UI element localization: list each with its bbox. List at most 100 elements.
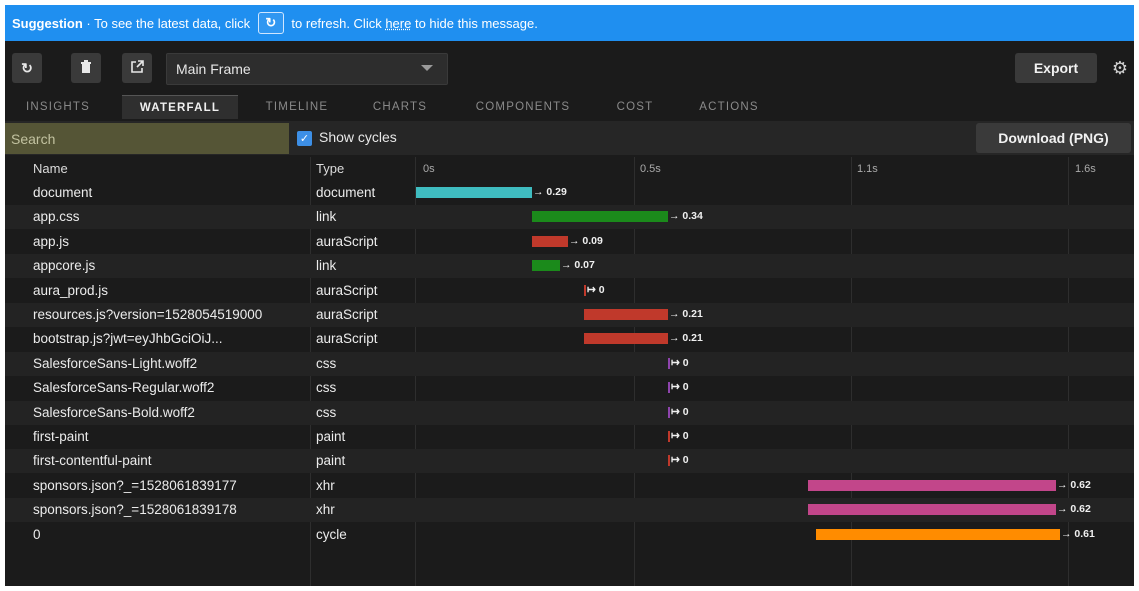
timing-bar [668,382,670,394]
row-type: auraScript [316,233,378,249]
waterfall-table: Name Type 0s 0.5s 1.1s 1.6s document docu… [5,157,1134,586]
filter-bar: ✓ Show cycles Download (PNG) [5,121,1134,155]
column-header-name[interactable]: Name [33,161,68,176]
duration-label: ↦ 0 [671,430,689,442]
row-type: auraScript [316,282,378,298]
banner-text-1: · To see the latest data, click [82,15,254,31]
table-row[interactable]: sponsors.json?_=1528061839178 xhr → 0.62 [5,498,1134,523]
gear-icon: ⚙ [1111,57,1129,78]
show-cycles-label: Show cycles [319,129,397,145]
timing-bar [532,211,668,223]
frame-select-value: Main Frame [176,61,251,77]
row-name: document [33,185,93,200]
table-row[interactable]: sponsors.json?_=1528061839177 xhr → 0.62 [5,474,1134,498]
waterfall-panel: Suggestion · To see the latest data, cli… [5,5,1134,586]
timing-bar [816,528,1060,540]
popout-button[interactable] [122,53,152,83]
row-type: css [316,355,337,371]
external-link-icon [130,60,144,76]
row-type: document [316,185,376,200]
row-name: 0 [33,526,41,542]
row-type: auraScript [316,331,378,347]
tab-waterfall[interactable]: WATERFALL [122,95,238,119]
row-name: SalesforceSans-Bold.woff2 [33,404,195,420]
banner-text-2: to refresh. Click [287,15,386,31]
table-row[interactable]: resources.js?version=1528054519000 auraSc… [5,303,1134,327]
table-row[interactable]: SalesforceSans-Bold.woff2 css ↦ 0 [5,400,1134,425]
search-input[interactable] [5,123,289,154]
duration-label: → 0.09 [569,234,603,247]
settings-button[interactable]: ⚙ [1109,57,1131,79]
table-row[interactable]: document document → 0.29 [5,181,1134,205]
banner-refresh-button[interactable]: ↻ [257,12,284,34]
tab-actions[interactable]: ACTIONS [689,95,769,119]
tab-bar: INSIGHTS WATERFALL TIMELINE CHARTS COMPO… [5,95,1134,119]
download-png-button[interactable]: Download (PNG) [976,123,1131,153]
timing-bar [668,431,670,442]
row-name: app.js [33,233,70,249]
hide-message-link[interactable]: here [385,16,411,31]
timing-bar [808,479,1056,491]
timing-bar [668,455,670,467]
duration-label: → 0.07 [561,259,595,272]
timeline-tick: 0s [423,163,435,175]
timeline-tick: 1.6s [1075,163,1096,175]
table-row[interactable]: SalesforceSans-Light.woff2 css ↦ 0 [5,351,1134,376]
row-type: xhr [316,477,335,493]
row-name: first-paint [33,429,89,444]
duration-label: ↦ 0 [671,356,689,369]
tab-cost[interactable]: COST [607,95,663,119]
column-header-type[interactable]: Type [316,161,344,176]
table-row[interactable]: 0 cycle → 0.61 [5,523,1134,547]
delete-button[interactable] [71,53,101,83]
frame-select[interactable]: Main Frame [166,53,448,85]
timeline-tick: 1.1s [857,163,878,175]
duration-label: ↦ 0 [671,405,689,418]
suggestion-banner: Suggestion · To see the latest data, cli… [5,5,1134,41]
toolbar: ↻ Main Frame Export ⚙ [5,49,1134,89]
tab-insights[interactable]: INSIGHTS [13,95,103,119]
row-name: sponsors.json?_=1528061839178 [33,502,237,518]
duration-label: ↦ 0 [587,283,605,296]
timing-bar [416,187,532,198]
duration-label: → 0.21 [669,308,703,320]
row-type: paint [316,429,346,444]
timing-bar [668,357,670,369]
tab-timeline[interactable]: TIMELINE [257,95,337,119]
row-name: SalesforceSans-Light.woff2 [33,355,198,371]
table-header: Name Type 0s 0.5s 1.1s 1.6s [5,157,1134,181]
table-row[interactable]: bootstrap.js?jwt=eyJhbGciOiJ... auraScrip… [5,327,1134,351]
row-name: sponsors.json?_=1528061839177 [33,477,237,493]
duration-label: → 0.29 [533,186,567,198]
row-name: appcore.js [33,258,96,274]
table-row[interactable]: app.css link → 0.34 [5,205,1134,230]
table-row[interactable]: appcore.js link → 0.07 [5,254,1134,279]
row-name: SalesforceSans-Regular.woff2 [33,380,215,396]
row-name: aura_prod.js [33,282,109,298]
row-type: auraScript [316,307,378,322]
duration-label: → 0.34 [669,210,703,223]
row-type: css [316,404,337,420]
check-icon: ✓ [299,133,310,145]
refresh-button[interactable]: ↻ [12,53,42,83]
timing-bar [532,235,568,247]
table-row[interactable]: app.js auraScript → 0.09 [5,230,1134,254]
timing-bar [584,333,668,345]
refresh-icon: ↻ [265,15,277,30]
tab-charts[interactable]: CHARTS [365,95,435,119]
row-name: app.css [33,209,80,225]
export-button[interactable]: Export [1015,53,1097,83]
duration-label: ↦ 0 [671,454,689,467]
duration-label: → 0.61 [1061,527,1095,540]
row-name: first-contentful-paint [33,453,152,469]
tab-components[interactable]: COMPONENTS [467,95,579,119]
row-type: link [316,258,337,274]
timing-bar [584,284,586,296]
table-row[interactable]: first-contentful-paint paint ↦ 0 [5,449,1134,474]
table-row[interactable]: SalesforceSans-Regular.woff2 css ↦ 0 [5,376,1134,400]
timing-bar [532,260,560,272]
show-cycles-checkbox[interactable]: ✓ [297,131,312,146]
row-type: link [316,209,337,225]
table-row[interactable]: first-paint paint ↦ 0 [5,425,1134,449]
table-row[interactable]: aura_prod.js auraScript ↦ 0 [5,279,1134,303]
